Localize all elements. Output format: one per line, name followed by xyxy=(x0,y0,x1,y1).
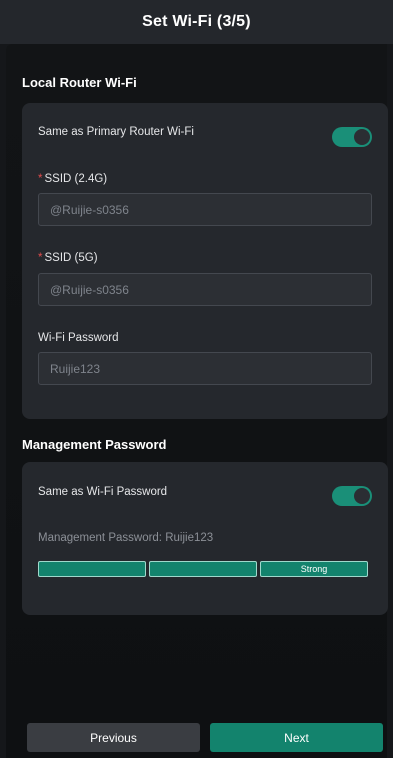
ssid-24-label: SSID (2.4G) xyxy=(44,173,108,185)
ssid-24-value: @Ruijie-s0356 xyxy=(50,202,129,217)
ssid-5-value: @Ruijie-s0356 xyxy=(50,282,129,297)
wifi-password-label: Wi-Fi Password xyxy=(38,332,119,344)
local-wifi-section-title: Local Router Wi-Fi xyxy=(22,75,137,90)
page-title: Set Wi-Fi (3/5) xyxy=(142,13,251,30)
management-password-text: Management Password: Ruijie123 xyxy=(38,532,214,544)
main-content: Local Router Wi-Fi Same as Primary Route… xyxy=(6,44,388,758)
ssid-24-input[interactable]: @Ruijie-s0356 xyxy=(38,193,372,226)
strength-label: Strong xyxy=(300,564,328,574)
wifi-password-input[interactable]: Ruijie123 xyxy=(38,352,372,385)
title-bar: Set Wi-Fi (3/5) xyxy=(0,0,393,44)
ssid-24-label-row: * SSID (2.4G) xyxy=(38,173,107,185)
same-as-primary-toggle[interactable] xyxy=(332,127,372,147)
previous-button-label: Previous xyxy=(90,730,137,745)
same-as-primary-label: Same as Primary Router Wi-Fi xyxy=(38,126,194,138)
ssid-5-input[interactable]: @Ruijie-s0356 xyxy=(38,273,372,306)
ssid-5-label: SSID (5G) xyxy=(44,252,98,264)
strength-segment-strong: Strong xyxy=(260,561,368,577)
toggle-knob xyxy=(354,129,370,145)
strength-segment-medium xyxy=(149,561,257,577)
local-wifi-card: Same as Primary Router Wi-Fi * SSID (2.4G… xyxy=(22,103,388,419)
same-as-wifi-label: Same as Wi-Fi Password xyxy=(38,486,168,498)
toggle-knob xyxy=(354,488,370,504)
app-window: Set Wi-Fi (3/5) Local Router Wi-Fi Same … xyxy=(0,0,393,758)
same-as-wifi-toggle[interactable] xyxy=(332,486,372,506)
management-card: Same as Wi-Fi Password Management Passwo… xyxy=(22,462,388,615)
next-button[interactable]: Next xyxy=(210,723,383,752)
next-button-label: Next xyxy=(284,730,309,745)
password-strength-meter: Strong xyxy=(38,561,368,577)
required-asterisk: * xyxy=(38,173,43,185)
wifi-password-value: Ruijie123 xyxy=(50,361,101,376)
ssid-5-label-row: * SSID (5G) xyxy=(38,252,98,264)
previous-button[interactable]: Previous xyxy=(27,723,200,752)
strength-segment-weak xyxy=(38,561,146,577)
management-section-title: Management Password xyxy=(22,437,167,452)
required-asterisk: * xyxy=(38,252,43,264)
